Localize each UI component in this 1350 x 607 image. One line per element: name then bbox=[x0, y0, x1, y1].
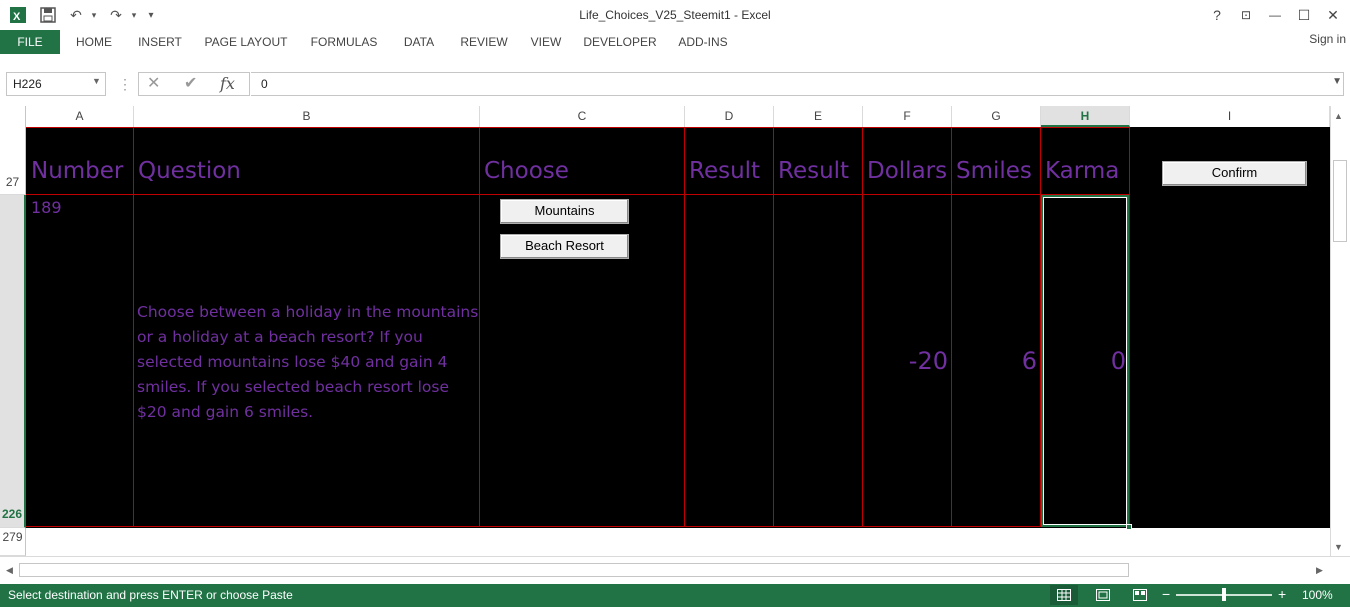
scroll-up-icon[interactable]: ▲ bbox=[1334, 111, 1343, 121]
tab-formulas[interactable]: FORMULAS bbox=[304, 30, 384, 54]
row-header-226[interactable]: 226 bbox=[0, 195, 26, 528]
tab-review[interactable]: REVIEW bbox=[454, 30, 514, 54]
tab-file[interactable]: FILE bbox=[0, 30, 60, 54]
header-dollars[interactable]: Dollars bbox=[867, 158, 947, 184]
cell-smiles[interactable]: 6 bbox=[952, 347, 1037, 375]
row-header-27[interactable]: 27 bbox=[0, 127, 26, 195]
cell-question[interactable]: Choose between a holiday in the mountain… bbox=[137, 300, 479, 425]
insert-function-icon[interactable]: fx bbox=[220, 72, 235, 96]
tab-insert[interactable]: INSERT bbox=[132, 30, 188, 54]
cell-dollars[interactable]: -20 bbox=[863, 347, 948, 375]
border-bottom bbox=[26, 526, 1130, 527]
column-header-a[interactable]: A bbox=[26, 106, 134, 127]
excel-icon[interactable]: X bbox=[8, 5, 28, 25]
border-col-e bbox=[773, 127, 774, 527]
horizontal-scroll-thumb[interactable] bbox=[19, 563, 1129, 577]
cell-number[interactable]: 189 bbox=[31, 198, 62, 217]
row-279[interactable] bbox=[26, 528, 1330, 556]
page-break-view-icon[interactable] bbox=[1126, 585, 1154, 605]
help-icon[interactable]: ? bbox=[1203, 4, 1231, 26]
select-all-corner[interactable] bbox=[0, 106, 26, 127]
header-smiles[interactable]: Smiles bbox=[956, 158, 1032, 184]
zoom-in-icon[interactable]: + bbox=[1278, 586, 1286, 602]
tab-view[interactable]: VIEW bbox=[524, 30, 568, 54]
column-header-c[interactable]: C bbox=[480, 106, 685, 127]
sign-in-link[interactable]: Sign in bbox=[1309, 32, 1346, 46]
tab-developer[interactable]: DEVELOPER bbox=[578, 30, 662, 54]
scroll-down-icon[interactable]: ▼ bbox=[1334, 542, 1343, 552]
header-number[interactable]: Number bbox=[31, 158, 123, 184]
border-col-g bbox=[951, 127, 952, 527]
normal-view-icon[interactable] bbox=[1050, 585, 1078, 605]
row-header-279[interactable]: 279 bbox=[0, 528, 26, 556]
header-question[interactable]: Question bbox=[138, 158, 241, 184]
column-header-i[interactable]: I bbox=[1130, 106, 1330, 127]
column-header-g[interactable]: G bbox=[952, 106, 1041, 127]
border-col-d bbox=[684, 127, 685, 527]
tab-page-layout[interactable]: PAGE LAYOUT bbox=[198, 30, 294, 54]
name-box-dropdown-icon[interactable]: ▼ bbox=[92, 76, 101, 86]
header-result-e[interactable]: Result bbox=[778, 158, 849, 184]
formula-bar-separator[interactable]: ⋮ bbox=[118, 76, 132, 93]
save-icon[interactable] bbox=[38, 5, 58, 25]
undo-icon[interactable]: ↶ bbox=[66, 5, 86, 25]
border-col-b bbox=[133, 127, 134, 527]
title-bar bbox=[0, 0, 1350, 30]
zoom-out-icon[interactable]: − bbox=[1162, 586, 1170, 602]
status-message: Select destination and press ENTER or ch… bbox=[8, 588, 293, 602]
border-col-c bbox=[479, 127, 480, 527]
border-top bbox=[26, 127, 1130, 128]
column-header-b[interactable]: B bbox=[134, 106, 480, 127]
cancel-entry-icon[interactable]: ✕ bbox=[147, 72, 160, 96]
header-result-d[interactable]: Result bbox=[689, 158, 760, 184]
name-box[interactable]: H226 bbox=[6, 72, 106, 96]
scroll-right-icon[interactable]: ▶ bbox=[1316, 565, 1323, 576]
redo-icon[interactable]: ↷ bbox=[106, 5, 126, 25]
border-col-i bbox=[1129, 127, 1130, 527]
selected-cell-h226[interactable] bbox=[1041, 195, 1129, 527]
vertical-scroll-thumb[interactable] bbox=[1333, 160, 1347, 242]
minimize-icon[interactable]: — bbox=[1261, 4, 1289, 26]
close-icon[interactable]: ✕ bbox=[1319, 4, 1347, 26]
beach-resort-button[interactable]: Beach Resort bbox=[500, 234, 629, 259]
confirm-entry-icon[interactable]: ✔ bbox=[184, 72, 197, 96]
page-layout-view-icon[interactable] bbox=[1089, 585, 1117, 605]
header-karma[interactable]: Karma bbox=[1045, 158, 1119, 184]
formula-input[interactable]: 0 bbox=[251, 72, 1344, 96]
column-header-d[interactable]: D bbox=[685, 106, 774, 127]
scroll-left-icon[interactable]: ◀ bbox=[6, 565, 13, 576]
tab-home[interactable]: HOME bbox=[66, 30, 122, 54]
tab-data[interactable]: DATA bbox=[394, 30, 444, 54]
border-header-bottom bbox=[26, 194, 1130, 195]
ribbon-display-options-icon[interactable]: ⊡ bbox=[1232, 4, 1260, 26]
customize-toolbar-icon[interactable]: ▾ bbox=[141, 5, 161, 25]
column-header-e[interactable]: E bbox=[774, 106, 863, 127]
svg-text:X: X bbox=[13, 11, 21, 23]
mountains-button[interactable]: Mountains bbox=[500, 199, 629, 224]
header-choose[interactable]: Choose bbox=[484, 158, 569, 184]
tab-add-ins[interactable]: ADD-INS bbox=[672, 30, 734, 54]
confirm-button[interactable]: Confirm bbox=[1162, 161, 1307, 186]
zoom-slider-thumb[interactable] bbox=[1222, 588, 1226, 601]
column-header-h[interactable]: H bbox=[1041, 106, 1130, 127]
zoom-level[interactable]: 100% bbox=[1302, 588, 1333, 602]
fill-handle[interactable] bbox=[1126, 524, 1132, 530]
maximize-icon[interactable]: ☐ bbox=[1290, 4, 1318, 26]
undo-dropdown-icon[interactable]: ▾ bbox=[84, 5, 104, 25]
border-col-f bbox=[862, 127, 863, 527]
expand-formula-bar-icon[interactable]: ▼ bbox=[1332, 76, 1342, 87]
column-header-f[interactable]: F bbox=[863, 106, 952, 127]
